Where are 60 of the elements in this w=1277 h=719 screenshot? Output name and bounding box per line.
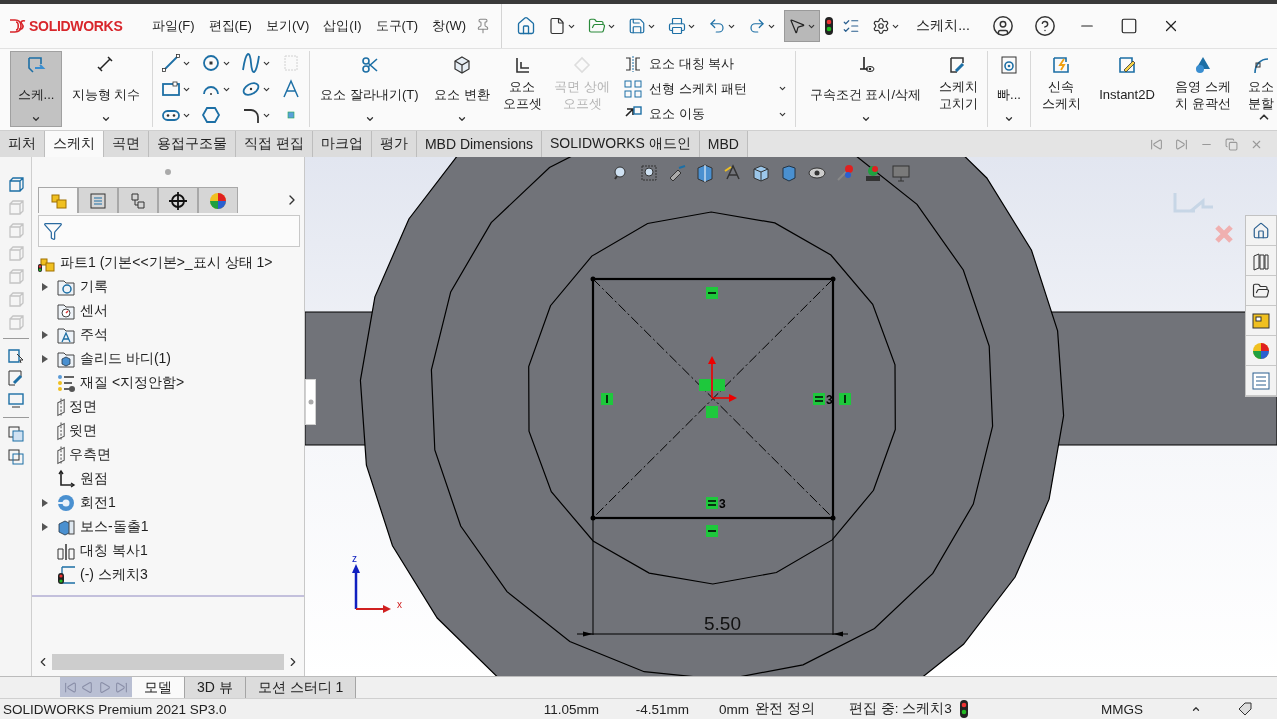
tree-item[interactable]: (-) 스케치3	[80, 566, 148, 584]
tree-item[interactable]: 대칭 복사1	[80, 542, 148, 560]
command-tab[interactable]: 피처	[0, 131, 45, 157]
coordinate-x: 11.05mm	[542, 701, 599, 717]
ribbon-button[interactable]: 지능형 치수	[64, 51, 148, 127]
sketch-state: 완전 정의	[754, 700, 816, 718]
ribbon-button[interactable]: 요소 잘라내기(T)	[314, 51, 425, 127]
tree-item[interactable]: 윗면	[69, 422, 97, 440]
coordinate-y: -4.51mm	[634, 701, 689, 717]
ribbon-button[interactable]: 요소 오프셋	[499, 51, 545, 127]
tree-item[interactable]: 우측면	[69, 446, 111, 464]
command-tab[interactable]: MBD Dimensions	[416, 131, 543, 157]
menu-item[interactable]: 편집(E)	[203, 13, 257, 39]
ribbon-button[interactable]: 요소 변환	[427, 51, 497, 127]
view-tab[interactable]: 3D 뷰	[185, 677, 246, 698]
ribbon-button[interactable]: 스케...	[10, 51, 62, 127]
tree-item[interactable]: 센서	[80, 302, 108, 320]
unit-system[interactable]: MMGS	[1101, 701, 1191, 717]
ribbon-button[interactable]: 빠...	[992, 51, 1026, 127]
ribbon-button[interactable]: 요소 대칭 복사	[623, 52, 787, 76]
ribbon-button[interactable]: 신속 스케치	[1035, 51, 1087, 127]
command-tab[interactable]: 직접 편집	[236, 131, 313, 157]
ribbon-button[interactable]: 요소 분할	[1241, 51, 1277, 127]
menu-item[interactable]: 창(W)	[427, 13, 472, 39]
tree-item[interactable]: 보스-돌출1	[80, 518, 149, 536]
view-tab[interactable]: 모델	[132, 677, 185, 698]
command-tab[interactable]: MBD	[699, 131, 748, 157]
product-version: SOLIDWORKS Premium 2021 SP3.0	[3, 701, 228, 717]
tree-item[interactable]: 주석	[80, 326, 108, 344]
command-tab[interactable]: 용접구조물	[149, 131, 236, 157]
menu-item[interactable]: 보기(V)	[260, 13, 315, 39]
tree-item[interactable]: 정면	[69, 398, 97, 416]
ribbon-button[interactable]: Instant2D	[1089, 51, 1165, 127]
ribbon-button[interactable]: 음영 스케치 윤곽선	[1167, 51, 1239, 127]
tree-item[interactable]: 재질 <지정안함>	[80, 374, 185, 392]
tree-item[interactable]: 원점	[80, 470, 108, 488]
dimension-value[interactable]: 5.50	[704, 613, 741, 634]
menu-item[interactable]: 삽입(I)	[318, 13, 367, 39]
command-tab[interactable]: SOLIDWORKS 애드인	[542, 131, 700, 157]
tree-item[interactable]: 기록	[80, 278, 108, 296]
axis-label: z	[352, 553, 357, 564]
menu-item[interactable]: 파일(F)	[147, 13, 200, 39]
ribbon-button[interactable]: 스케치 고치기	[933, 51, 983, 127]
ribbon-button[interactable]: 구속조건 표시/삭제	[800, 51, 931, 127]
ribbon-button[interactable]: 요소 이동	[623, 102, 787, 126]
tree-item[interactable]: 회전1	[80, 494, 116, 512]
ribbon-button[interactable]: 선형 스케치 패턴	[623, 77, 787, 101]
view-tab[interactable]: 모션 스터디 1	[245, 677, 357, 698]
tree-item[interactable]: 파트1 (기본<<기본>_표시 상태 1>	[60, 254, 273, 272]
command-tab[interactable]: 곡면	[104, 131, 149, 157]
search-field[interactable]: 스케치...	[916, 17, 970, 35]
command-tab[interactable]: 평가	[371, 131, 417, 157]
command-tab[interactable]: 마크업	[312, 131, 372, 157]
editing-status: 편집 중: 스케치3	[849, 700, 953, 718]
axis-label: x	[397, 599, 402, 610]
menu-item[interactable]: 도구(T)	[370, 13, 424, 39]
command-tab[interactable]: 스케치	[45, 131, 104, 157]
app-logo: SOLIDWORKS	[29, 18, 123, 34]
coordinate-z: 0mm	[718, 701, 749, 717]
tree-item[interactable]: 솔리드 바디(1)	[80, 350, 171, 368]
